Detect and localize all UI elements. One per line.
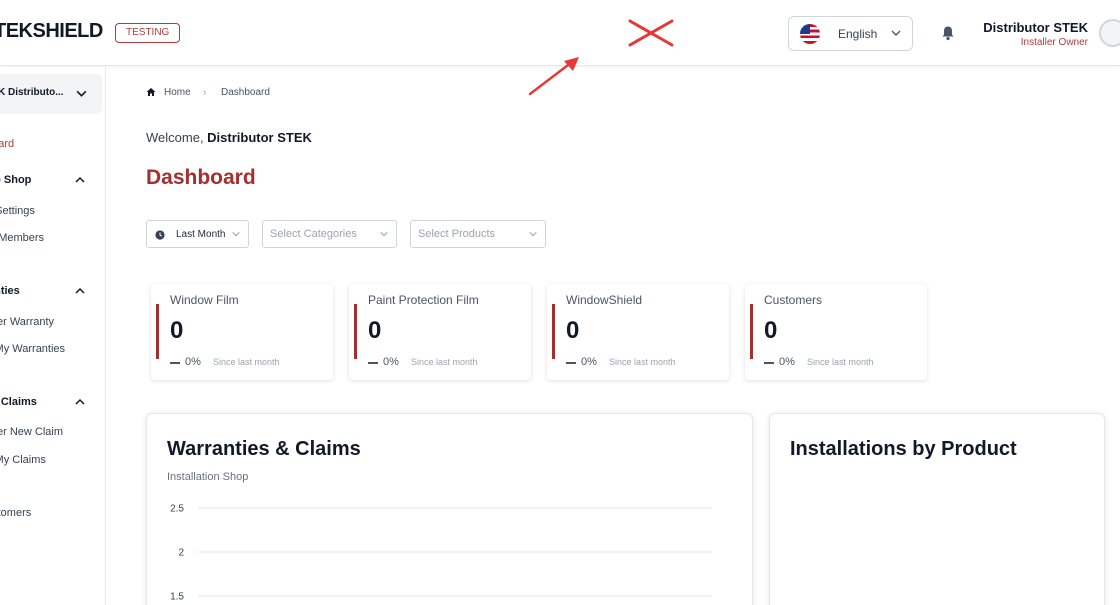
kpi-label: Customers [764, 293, 823, 307]
kpi-accent-bar [156, 304, 159, 359]
kpi-accent-bar [750, 304, 753, 359]
kpi-card-customers: Customers 0 0% Since last month [745, 284, 927, 380]
chevron-up-icon [75, 398, 85, 405]
kpi-card-windowshield: WindowShield 0 0% Since last month [547, 284, 729, 380]
installations-by-product-panel: Installations by Product [769, 413, 1105, 605]
welcome-prefix: Welcome, [146, 130, 208, 145]
kpi-label: Paint Protection Film [368, 293, 479, 307]
sidebar-item-customers[interactable]: ustomers [0, 507, 31, 519]
kpi-card-paint-protection-film: Paint Protection Film 0 0% Since last mo… [349, 284, 531, 380]
environment-badge: TESTING [115, 23, 181, 43]
chevron-up-icon [75, 176, 85, 183]
chevron-down-icon [232, 231, 240, 237]
sidebar-item-shop-settings[interactable]: p Settings [0, 205, 35, 217]
chevron-down-icon [529, 231, 537, 237]
products-filter[interactable]: Select Products [410, 220, 546, 248]
kpi-label: WindowShield [566, 293, 643, 307]
neutral-change-icon [170, 362, 180, 364]
categories-filter-placeholder: Select Categories [270, 228, 357, 240]
brand-logo[interactable]: TEKSHIELD [0, 20, 103, 43]
sidebar-item-dashboard[interactable]: board [0, 138, 14, 150]
home-icon[interactable] [146, 87, 156, 97]
breadcrumb-home[interactable]: Home [164, 87, 191, 98]
kpi-change: 0% [383, 356, 399, 368]
panel-title: Warranties & Claims [167, 438, 361, 460]
sidebar-group-label: ge Shop [0, 174, 32, 186]
sidebar-item-register-warranty[interactable]: ister Warranty [0, 316, 54, 328]
kpi-change: 0% [581, 356, 597, 368]
dashboard-page: TEKSHIELD TESTING English Distributor ST… [0, 0, 1120, 605]
sidebar-group-warranties[interactable]: anties [0, 285, 88, 297]
chevron-down-icon [891, 30, 901, 36]
chevron-down-icon [76, 90, 87, 97]
period-filter-value: Last Month [176, 229, 226, 240]
kpi-accent-bar [552, 304, 555, 359]
sidebar-item-view-claims[interactable]: v My Claims [0, 454, 46, 466]
breadcrumb-current: Dashboard [221, 87, 270, 98]
language-label: English [838, 27, 878, 41]
kpi-card-window-film: Window Film 0 0% Since last month [151, 284, 333, 380]
warranties-claims-panel: Warranties & Claims Installation Shop 2.… [146, 413, 753, 605]
annotation-arrow-icon [528, 57, 579, 96]
clock-icon [155, 230, 165, 240]
welcome-name: Distributor STEK [207, 130, 312, 145]
shop-selector-label: K Distributo... [0, 87, 64, 98]
language-selector[interactable]: English [788, 16, 913, 51]
kpi-change: 0% [779, 356, 795, 368]
sidebar-group-label: ct Claims [0, 396, 37, 408]
kpi-value: 0 [170, 317, 184, 344]
neutral-change-icon [764, 362, 774, 364]
kpi-since: Since last month [609, 357, 676, 367]
neutral-change-icon [368, 362, 378, 364]
kpi-change: 0% [185, 356, 201, 368]
page-title: Dashboard [146, 166, 256, 189]
notification-bell-icon[interactable] [940, 25, 956, 41]
sidebar-item-team-members[interactable]: m Members [0, 232, 44, 244]
kpi-label: Window Film [170, 293, 239, 307]
annotation-x-mark-icon [628, 19, 674, 47]
panel-subtitle: Installation Shop [167, 471, 249, 483]
sidebar-group-label: anties [0, 285, 20, 297]
sidebar: K Distributo... board ge Shop p Settings… [0, 67, 106, 605]
products-filter-placeholder: Select Products [418, 228, 496, 240]
shop-selector[interactable]: K Distributo... [0, 74, 102, 114]
neutral-change-icon [566, 362, 576, 364]
kpi-value: 0 [566, 317, 580, 344]
user-role: Installer Owner [1020, 37, 1088, 48]
breadcrumb-separator: › [203, 87, 207, 98]
sidebar-item-view-warranties[interactable]: v My Warranties [0, 343, 65, 355]
chevron-down-icon [380, 231, 388, 237]
sidebar-group-shop[interactable]: ge Shop [0, 174, 88, 186]
kpi-value: 0 [368, 317, 382, 344]
chart-y-tick-label: 1.5 [170, 592, 184, 603]
period-filter[interactable]: Last Month [146, 220, 249, 248]
kpi-since: Since last month [213, 357, 280, 367]
user-name[interactable]: Distributor STEK [983, 20, 1088, 35]
kpi-since: Since last month [807, 357, 874, 367]
warranties-claims-chart: 2.5 2 1.5 [170, 504, 712, 603]
sidebar-group-claims[interactable]: ct Claims [0, 396, 88, 408]
user-avatar[interactable] [1099, 19, 1120, 47]
welcome-message: Welcome, Distributor STEK [146, 130, 312, 145]
kpi-accent-bar [354, 304, 357, 359]
kpi-value: 0 [764, 317, 778, 344]
us-flag-icon [800, 24, 820, 44]
sidebar-item-register-claim[interactable]: ister New Claim [0, 426, 63, 438]
chevron-up-icon [75, 287, 85, 294]
categories-filter[interactable]: Select Categories [262, 220, 397, 248]
kpi-since: Since last month [411, 357, 478, 367]
chart-y-tick-label: 2 [178, 548, 184, 559]
panel-title: Installations by Product [790, 438, 1017, 460]
chart-y-tick-label: 2.5 [170, 504, 184, 515]
